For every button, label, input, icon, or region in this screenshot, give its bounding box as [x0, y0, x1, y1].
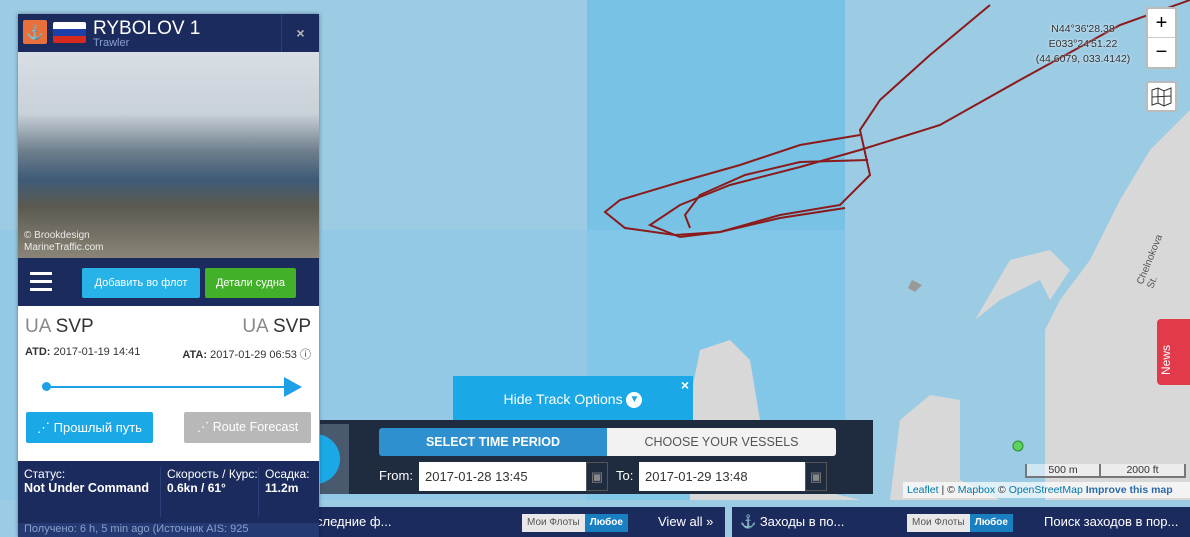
status-value: Not Under Command: [24, 481, 149, 495]
photo-credit: © Brookdesign MarineTraffic.com: [24, 230, 104, 253]
zoom-control: + −: [1146, 7, 1177, 69]
trawler-icon: ⚓: [23, 20, 47, 44]
track-options-panel: SELECT TIME PERIOD CHOOSE YOUR VESSELS F…: [320, 420, 873, 494]
to-date-input[interactable]: 2017-01-29 13:48: [639, 462, 805, 491]
voyage-info: UA SVPSVP UA SVP ATD: 2017-01-19 14:41 A…: [18, 306, 319, 466]
hide-track-label: Hide Track Options: [503, 391, 623, 407]
departure-port[interactable]: UA SVPSVP: [25, 316, 94, 338]
past-track-button[interactable]: ⋰ Прошлый путь: [26, 412, 153, 443]
hide-track-options-button[interactable]: Hide Track Options ▼ ×: [453, 376, 693, 420]
calendar-icon[interactable]: ▣: [586, 462, 608, 491]
to-label: To:: [616, 468, 634, 483]
improve-map-link[interactable]: Improve this map: [1086, 484, 1173, 496]
zoom-in-button[interactable]: +: [1148, 9, 1175, 38]
close-icon[interactable]: ×: [681, 362, 689, 408]
route-forecast-button[interactable]: ⋰ Route Forecast: [184, 412, 311, 443]
vessel-photo[interactable]: © Brookdesign MarineTraffic.com: [18, 52, 319, 258]
view-all-link[interactable]: View all »: [658, 507, 713, 537]
add-to-fleet-button[interactable]: Добавить во флот: [82, 268, 200, 298]
layers-button[interactable]: [1146, 81, 1177, 112]
speed-value: 0.6kn / 61°: [167, 481, 226, 495]
leaflet-link[interactable]: Leaflet: [907, 484, 939, 496]
vessel-panel: ⚓ RYBOLOV 1 Trawler × © Brookdesign Mari…: [18, 14, 319, 537]
vessel-marker: [908, 280, 922, 292]
scale-bar: 500 m 2000 ft: [1025, 464, 1186, 478]
news-label: News: [1159, 344, 1174, 376]
received-info: Получено: 6 h, 5 min ago (Источник AIS: …: [18, 523, 319, 537]
vessel-actions: Добавить во флот Детали судна: [18, 258, 319, 306]
coord-lat: N44°36'28.38: [1051, 23, 1115, 35]
news-tab[interactable]: News: [1157, 319, 1190, 385]
vessel-header: ⚓ RYBOLOV 1 Trawler ×: [18, 14, 319, 52]
port-marker: [1012, 440, 1024, 452]
search-port-calls-link[interactable]: Поиск заходов в пор...: [1044, 507, 1178, 537]
anchor-icon: ⚓: [740, 514, 757, 529]
ata: ATA: 2017-01-29 06:53 ⓘ: [182, 349, 311, 361]
speed-label: Скорость / Курс:: [167, 467, 258, 481]
calendar-icon[interactable]: ▣: [805, 462, 827, 491]
map-icon: [1151, 87, 1172, 107]
tab-choose-vessels[interactable]: CHOOSE YOUR VESSELS: [607, 428, 836, 456]
osm-link[interactable]: OpenStreetMap: [1009, 484, 1083, 496]
mapbox-link[interactable]: Mapbox: [958, 484, 995, 496]
destination-arrow-icon: [284, 377, 302, 397]
vessel-details-button[interactable]: Детали судна: [205, 268, 296, 298]
voyage-progress: [46, 386, 291, 388]
any-toggle[interactable]: Любое: [584, 514, 628, 532]
close-button[interactable]: ×: [281, 14, 319, 52]
arrival-port[interactable]: UA SVP: [242, 316, 311, 338]
coord-decimal: (44.6079, 033.4142): [1035, 53, 1131, 65]
zoom-out-button[interactable]: −: [1148, 38, 1175, 67]
chevron-down-icon: ▼: [626, 392, 643, 409]
scale-metric: 500 m: [1025, 464, 1101, 478]
atd: ATD: 2017-01-19 14:41: [25, 346, 141, 358]
vessel-stats: Статус: Not Under Command Скорость / Курс…: [18, 461, 319, 523]
recent-fleets-bar: следние ф... Мои Флоты Любое View all »: [310, 507, 725, 537]
russia-flag-icon: [53, 22, 86, 43]
land: [1045, 110, 1190, 500]
port-calls-title[interactable]: Заходы в по...: [760, 514, 845, 529]
tab-select-time-period[interactable]: SELECT TIME PERIOD: [379, 428, 607, 456]
play-button[interactable]: [320, 424, 349, 494]
map-attribution: Leaflet | © Mapbox © OpenStreetMap Impro…: [903, 482, 1190, 498]
vessel-type: Trawler: [93, 37, 130, 49]
from-date-input[interactable]: 2017-01-28 13:45: [419, 462, 586, 491]
my-fleets-toggle[interactable]: Мои Флоты: [907, 514, 970, 532]
draught-label: Осадка:: [265, 467, 310, 481]
port-calls-bar: ⚓ Заходы в по... Мои Флоты Любое Поиск за…: [732, 507, 1190, 537]
from-label: From:: [379, 468, 413, 483]
origin-dot: [42, 382, 51, 391]
my-fleets-toggle[interactable]: Мои Флоты: [522, 514, 585, 532]
info-icon[interactable]: ⓘ: [300, 349, 311, 361]
menu-icon[interactable]: [30, 272, 52, 296]
scale-imperial: 2000 ft: [1101, 464, 1186, 478]
any-toggle[interactable]: Любое: [969, 514, 1013, 532]
status-label: Статус:: [24, 467, 66, 481]
coord-lon: E033°24'51.22: [1048, 38, 1118, 50]
cursor-coordinates: N44°36'28.38 E033°24'51.22 (44.6079, 033…: [1028, 22, 1138, 67]
draught-value: 11.2m: [265, 481, 299, 495]
recent-fleets-title[interactable]: следние ф...: [316, 514, 391, 529]
